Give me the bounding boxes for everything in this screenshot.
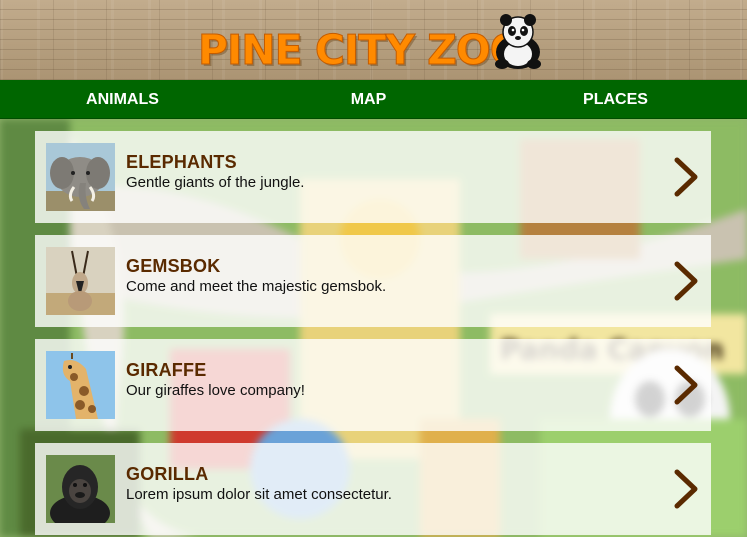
logo-text: PINE CITY ZOO — [198, 26, 526, 75]
elephant-photo — [46, 143, 115, 211]
item-description: Lorem ipsum dolor sit amet consectetur. — [126, 486, 392, 503]
list-item-elephants[interactable]: ELEPHANTS Gentle giants of the jungle. — [35, 131, 711, 223]
item-title: GORILLA — [126, 464, 209, 484]
nav-places[interactable]: PLACES — [553, 80, 678, 119]
item-title: GIRAFFE — [126, 360, 207, 380]
chevron-right-icon[interactable] — [673, 469, 699, 509]
list-item-gorilla[interactable]: GORILLA Lorem ipsum dolor sit amet conse… — [35, 443, 711, 535]
item-description: Our giraffes love company! — [126, 382, 305, 399]
gorilla-photo — [46, 455, 115, 523]
chevron-right-icon[interactable] — [673, 261, 699, 301]
main-nav: ANIMALS MAP PLACES — [0, 80, 747, 119]
chevron-right-icon[interactable] — [673, 157, 699, 197]
giraffe-photo — [46, 351, 115, 419]
nav-animals[interactable]: ANIMALS — [60, 80, 185, 119]
zoo-logo[interactable]: PINE CITY ZOO — [198, 12, 548, 75]
list-item-gemsbok[interactable]: GEMSBOK Come and meet the majestic gemsb… — [35, 235, 711, 327]
header: PINE CITY ZOO — [0, 0, 747, 80]
gemsbok-photo — [46, 247, 115, 315]
list-item-giraffe[interactable]: GIRAFFE Our giraffes love company! — [35, 339, 711, 431]
nav-map[interactable]: MAP — [306, 80, 431, 119]
item-title: GEMSBOK — [126, 256, 221, 276]
panda-icon — [495, 14, 541, 69]
item-title: ELEPHANTS — [126, 152, 237, 172]
chevron-right-icon[interactable] — [673, 365, 699, 405]
item-description: Gentle giants of the jungle. — [126, 174, 305, 191]
item-description: Come and meet the majestic gemsbok. — [126, 278, 387, 295]
